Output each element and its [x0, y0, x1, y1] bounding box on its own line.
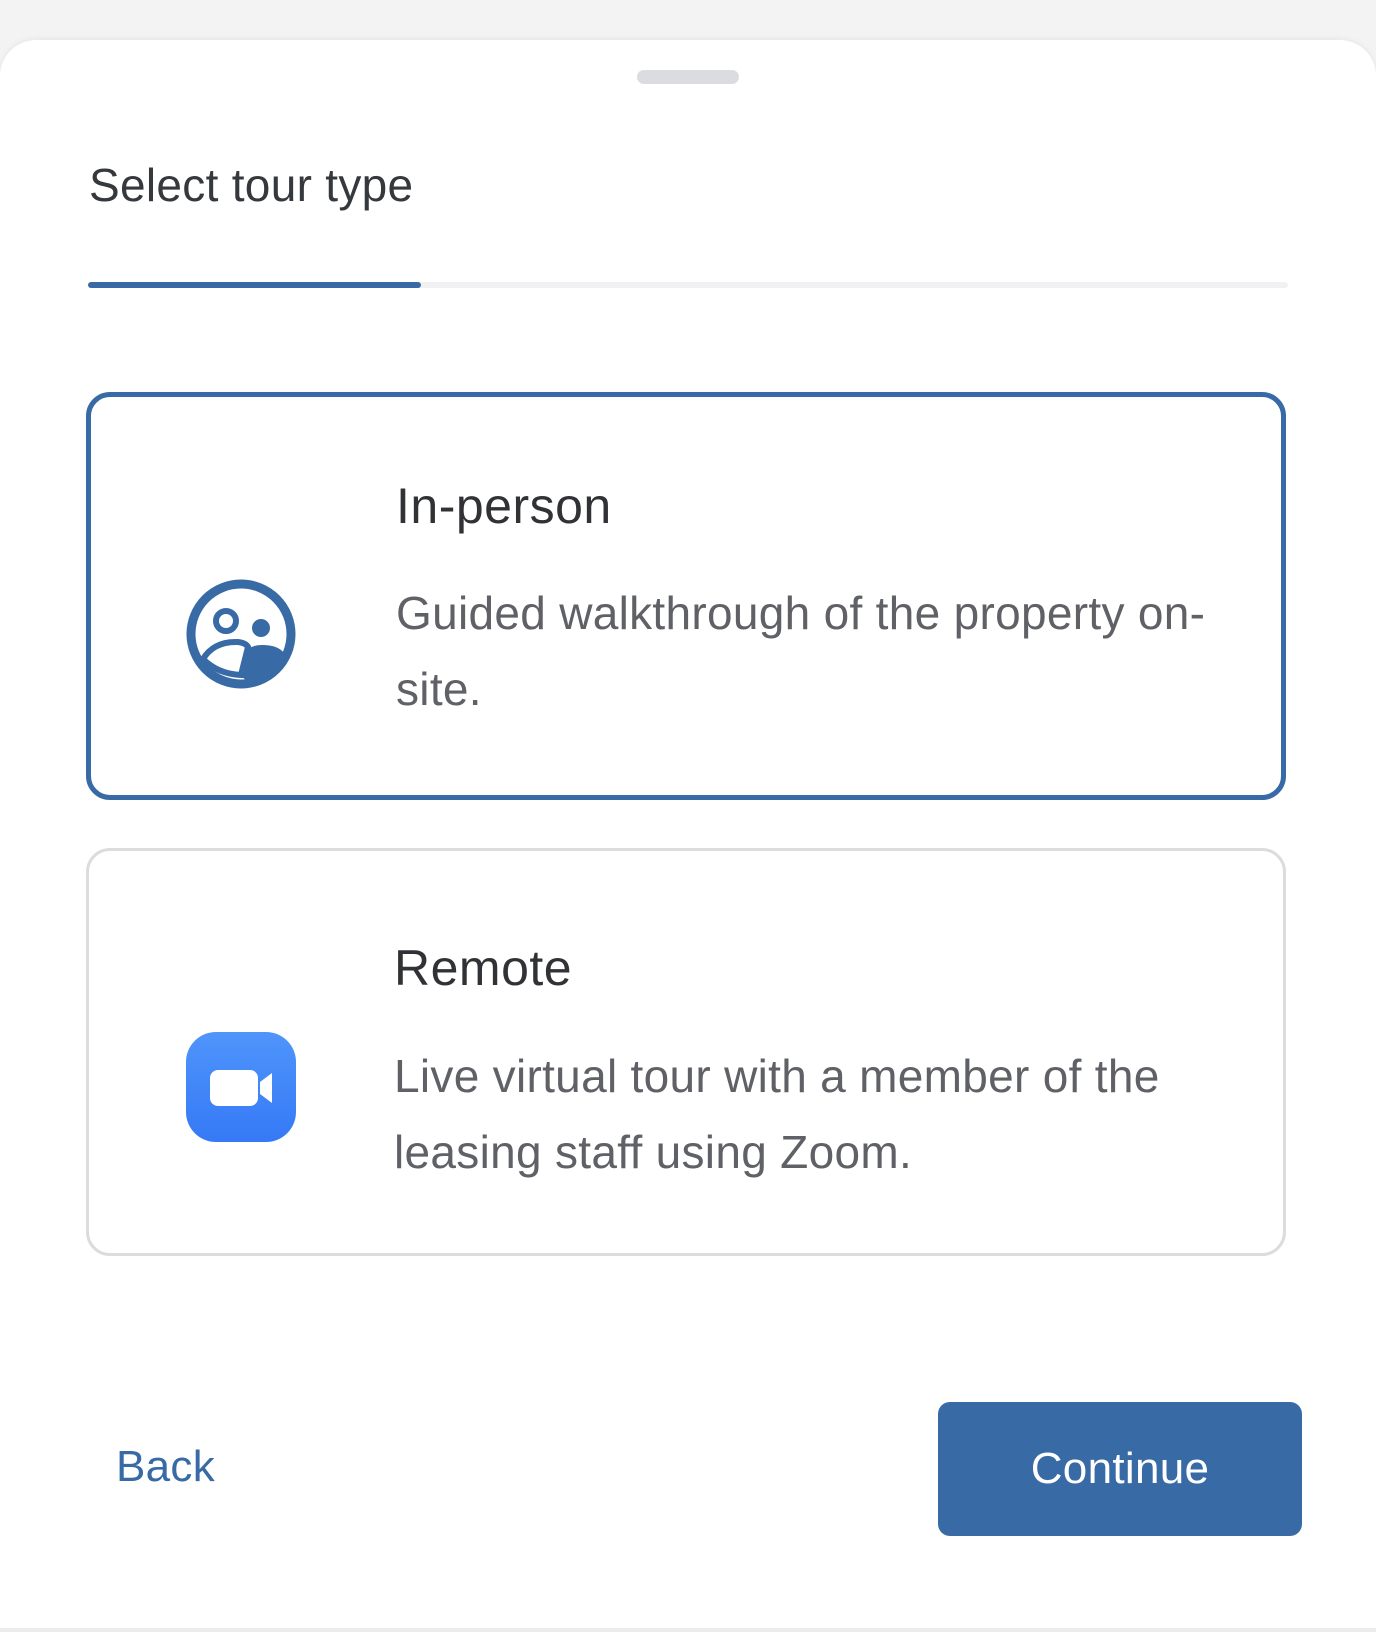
drag-handle[interactable] — [637, 70, 739, 84]
tour-option-remote[interactable]: Remote Live virtual tour with a member o… — [86, 848, 1286, 1256]
back-button[interactable]: Back — [116, 1442, 215, 1492]
continue-button[interactable]: Continue — [938, 1402, 1302, 1536]
bottom-sheet: Select tour type In-person Guided walkth… — [0, 40, 1376, 1632]
page-title: Select tour type — [89, 159, 414, 211]
option-title: In-person — [396, 478, 612, 534]
tour-option-in-person[interactable]: In-person Guided walkthrough of the prop… — [86, 392, 1286, 800]
option-description: Live virtual tour with a member of the l… — [394, 1050, 1160, 1178]
progress-bar-fill — [88, 282, 422, 288]
progress-bar — [88, 282, 1288, 288]
option-title: Remote — [394, 940, 573, 996]
divider — [0, 1628, 1376, 1632]
zoom-video-icon — [186, 1032, 296, 1142]
in-person-tour-icon — [186, 579, 296, 689]
option-description: Guided walkthrough of the property on-si… — [396, 587, 1206, 715]
